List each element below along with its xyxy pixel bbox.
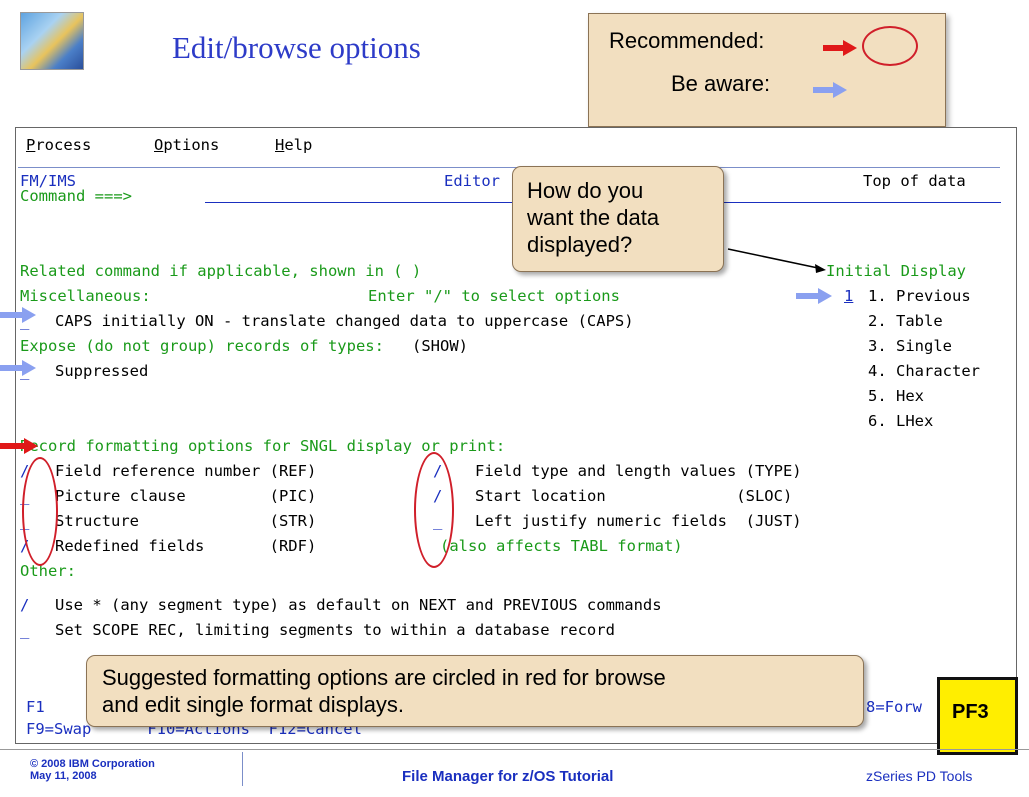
footer-title: File Manager for z/OS Tutorial bbox=[402, 768, 614, 785]
red-circle-icon bbox=[862, 26, 918, 66]
enter-hint: Enter "/" to select options bbox=[368, 287, 620, 305]
menu-options-mnemonic: O bbox=[154, 136, 164, 154]
other-heading: Other: bbox=[20, 562, 76, 580]
menu-help-mnemonic: H bbox=[275, 136, 285, 154]
tooltip-how-line-1: How do you bbox=[527, 178, 644, 203]
red-arrow-icon bbox=[823, 40, 857, 56]
pf3-key-button[interactable]: PF3 bbox=[937, 677, 1018, 755]
fkey-f1[interactable]: F1 bbox=[26, 698, 45, 716]
red-arrow-icon bbox=[0, 438, 38, 454]
blue-arrow-icon bbox=[813, 82, 847, 98]
menu-options-rest: ptions bbox=[163, 136, 220, 154]
menu-process-mnemonic: P bbox=[26, 136, 36, 154]
tooltip-suggested-options: Suggested formatting options are circled… bbox=[86, 655, 864, 727]
rdf-label: Redefined fields (RDF) bbox=[55, 537, 317, 555]
pf3-label: PF3 bbox=[952, 701, 989, 723]
next-prev-label: Use * (any segment type) as default on N… bbox=[55, 596, 662, 614]
footer-product: zSeries PD Tools bbox=[866, 768, 973, 784]
display-option-table: 2. Table bbox=[868, 312, 943, 330]
pic-label: Picture clause (PIC) bbox=[55, 487, 317, 505]
display-option-single: 3. Single bbox=[868, 337, 952, 355]
misc-heading: Miscellaneous: bbox=[20, 287, 151, 305]
menubar-divider bbox=[18, 167, 1000, 168]
menu-process[interactable]: Process bbox=[26, 136, 91, 154]
tooltip-suggest-line-1: Suggested formatting options are circled… bbox=[102, 665, 666, 690]
next-prev-checkbox[interactable]: / bbox=[20, 596, 29, 614]
scope-label: Set SCOPE REC, limiting segments to with… bbox=[55, 621, 615, 639]
display-option-hex: 5. Hex bbox=[868, 387, 924, 405]
footer-separator bbox=[242, 752, 243, 786]
display-option-previous: 1. Previous bbox=[868, 287, 971, 305]
tooltip-how-displayed: How do you want the data displayed? bbox=[512, 166, 724, 272]
panel-title: Editor bbox=[444, 172, 500, 190]
sloc-label: Start location (SLOC) bbox=[475, 487, 793, 505]
suppressed-label: Suppressed bbox=[55, 362, 149, 380]
fkey-f8[interactable]: 8=Forw bbox=[866, 698, 922, 716]
str-label: Structure (STR) bbox=[55, 512, 317, 530]
expose-heading: Expose (do not group) records of types: bbox=[20, 337, 384, 355]
footer-divider bbox=[0, 749, 1029, 750]
scroll-position: Top of data bbox=[863, 172, 966, 190]
red-circle-left-options bbox=[22, 457, 58, 566]
blue-arrow-icon bbox=[0, 360, 36, 376]
caps-label: CAPS initially ON - translate changed da… bbox=[55, 312, 634, 330]
tooltip-how-line-2: want the data bbox=[527, 205, 660, 230]
blue-arrow-icon bbox=[796, 288, 832, 304]
initial-display-label: Initial Display bbox=[826, 262, 966, 280]
legend-aware-label: Be aware: bbox=[671, 71, 771, 96]
legend-recommended-label: Recommended: bbox=[609, 28, 765, 53]
menu-help[interactable]: Help bbox=[275, 136, 312, 154]
command-label: Command ===> bbox=[20, 187, 132, 205]
just-label: Left justify numeric fields (JUST) bbox=[475, 512, 802, 530]
initial-display-input[interactable]: 1 bbox=[844, 287, 853, 305]
copyright-line-2: May 11, 2008 bbox=[30, 770, 97, 782]
legend-box: Recommended: Be aware: bbox=[588, 13, 946, 127]
tabl-note: (also affects TABL format) bbox=[440, 537, 683, 555]
ref-label: Field reference number (REF) bbox=[55, 462, 317, 480]
type-label: Field type and length values (TYPE) bbox=[475, 462, 802, 480]
slide-title: Edit/browse options bbox=[172, 30, 421, 65]
tooltip-suggest-line-2: and edit single format displays. bbox=[102, 692, 405, 717]
tooltip-how-line-3: displayed? bbox=[527, 232, 633, 257]
tutorial-logo bbox=[20, 12, 84, 70]
display-option-character: 4. Character bbox=[868, 362, 980, 380]
related-command-note: Related command if applicable, shown in … bbox=[20, 262, 422, 280]
menu-options[interactable]: Options bbox=[154, 136, 219, 154]
blue-arrow-icon bbox=[0, 307, 36, 323]
menu-help-rest: elp bbox=[284, 136, 313, 154]
scope-checkbox[interactable]: _ bbox=[20, 621, 29, 639]
display-option-lhex: 6. LHex bbox=[868, 412, 934, 430]
footer-copyright: © 2008 IBM Corporation May 11, 2008 bbox=[30, 758, 155, 782]
copyright-line-1: © 2008 IBM Corporation bbox=[30, 758, 155, 770]
menu-process-rest: rocess bbox=[35, 136, 92, 154]
expose-command: (SHOW) bbox=[412, 337, 468, 355]
red-circle-right-options bbox=[414, 452, 454, 568]
